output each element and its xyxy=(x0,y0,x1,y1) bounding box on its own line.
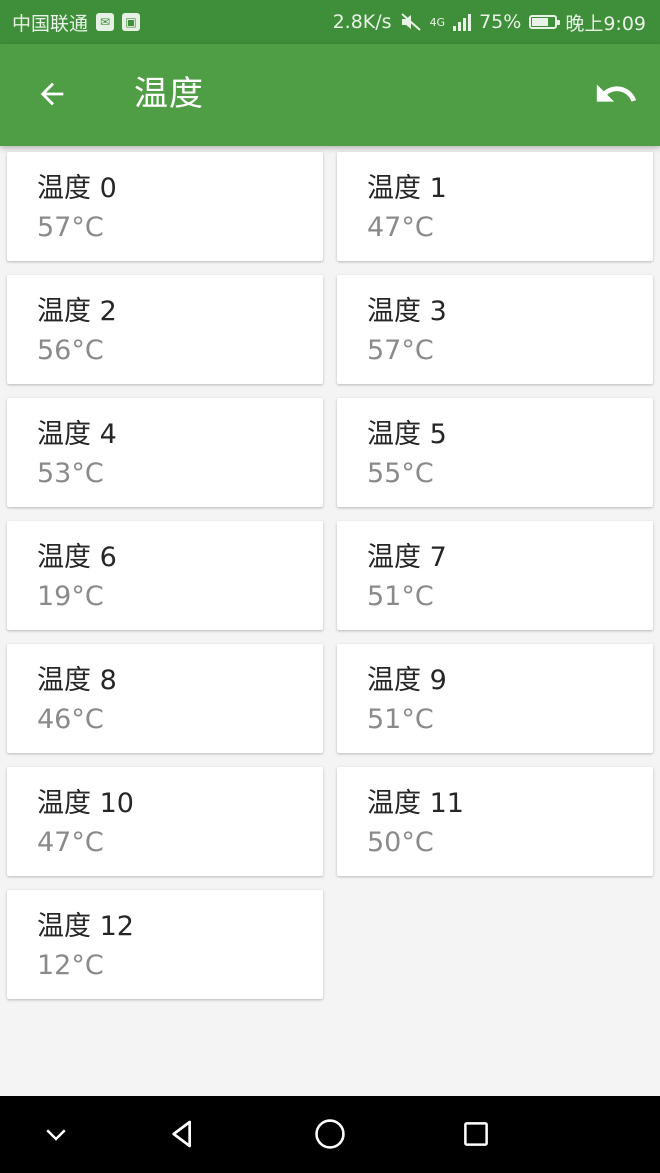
network-type: 4G xyxy=(429,15,446,29)
chevron-down-icon xyxy=(46,1129,66,1141)
status-left: 中国联通 ✉ ▣ xyxy=(12,9,141,36)
sensor-label: 温度 1 xyxy=(367,173,447,204)
nav-hide-button[interactable] xyxy=(32,1110,80,1158)
signal-icon xyxy=(453,13,472,31)
sensor-label: 温度 3 xyxy=(367,296,447,327)
sensor-label: 温度 5 xyxy=(367,419,447,450)
app-notification-icon: ✉ xyxy=(96,13,115,31)
status-right: 2.8K/s 4G 75% 晚上9:09 xyxy=(333,9,646,36)
page-title: 温度 xyxy=(134,74,204,114)
sensor-label: 温度 10 xyxy=(37,788,134,819)
sensor-value: 53°C xyxy=(37,458,104,489)
image-notification-icon: ▣ xyxy=(122,13,141,31)
sensor-card-3[interactable]: 温度 3 57°C xyxy=(337,275,653,384)
back-button[interactable] xyxy=(28,70,76,118)
battery-icon xyxy=(529,15,561,29)
sensor-value: 57°C xyxy=(37,212,104,243)
sensor-value: 51°C xyxy=(367,704,434,735)
sensor-label: 温度 9 xyxy=(367,665,447,696)
sensor-value: 51°C xyxy=(367,581,434,612)
square-recents-icon xyxy=(464,1122,488,1146)
mute-icon xyxy=(400,13,421,31)
sensor-card-7[interactable]: 温度 7 51°C xyxy=(337,521,653,630)
battery-percent: 75% xyxy=(479,11,522,33)
system-nav-bar xyxy=(0,1096,660,1173)
sensor-label: 温度 6 xyxy=(37,542,117,573)
sensor-value: 19°C xyxy=(37,581,104,612)
network-speed: 2.8K/s xyxy=(332,11,392,33)
sensor-value: 47°C xyxy=(367,212,434,243)
sensor-value: 46°C xyxy=(37,704,104,735)
sensor-card-2[interactable]: 温度 2 56°C xyxy=(7,275,323,384)
app-bar: 温度 xyxy=(0,44,660,146)
nav-back-button[interactable] xyxy=(159,1110,207,1158)
sensor-card-11[interactable]: 温度 11 50°C xyxy=(337,767,653,876)
sensor-value: 47°C xyxy=(37,827,104,858)
arrow-left-icon xyxy=(40,82,64,106)
sensor-value: 57°C xyxy=(367,335,434,366)
sensor-label: 温度 7 xyxy=(367,542,447,573)
battery-fill xyxy=(532,18,549,26)
status-bar: 中国联通 ✉ ▣ 2.8K/s 4G 75% 晚上9:09 xyxy=(0,0,660,44)
sensor-card-0[interactable]: 温度 0 57°C xyxy=(7,152,323,261)
sensor-value: 56°C xyxy=(37,335,104,366)
triangle-back-icon xyxy=(172,1120,191,1148)
undo-icon xyxy=(596,84,637,102)
sensor-card-6[interactable]: 温度 6 19°C xyxy=(7,521,323,630)
sensor-card-5[interactable]: 温度 5 55°C xyxy=(337,398,653,507)
sensor-card-4[interactable]: 温度 4 53°C xyxy=(7,398,323,507)
clock: 晚上9:09 xyxy=(565,12,646,35)
sensor-card-8[interactable]: 温度 8 46°C xyxy=(7,644,323,753)
sensor-card-1[interactable]: 温度 1 47°C xyxy=(337,152,653,261)
sensor-label: 温度 0 xyxy=(37,173,117,204)
sensor-value: 12°C xyxy=(37,950,104,981)
sensor-grid: 温度 0 57°C 温度 1 47°C 温度 2 56°C 温度 3 57°C … xyxy=(7,152,653,999)
sensor-label: 温度 4 xyxy=(37,419,117,450)
nav-recents-button[interactable] xyxy=(452,1110,500,1158)
sensor-label: 温度 11 xyxy=(367,788,464,819)
sensor-value: 50°C xyxy=(367,827,434,858)
undo-button[interactable] xyxy=(590,68,642,120)
nav-home-button[interactable] xyxy=(306,1110,354,1158)
sensor-value: 55°C xyxy=(367,458,434,489)
sensor-label: 温度 8 xyxy=(37,665,117,696)
sensor-label: 温度 12 xyxy=(37,911,134,942)
sensor-card-12[interactable]: 温度 12 12°C xyxy=(7,890,323,999)
sensor-card-10[interactable]: 温度 10 47°C xyxy=(7,767,323,876)
carrier-name: 中国联通 xyxy=(12,12,89,35)
sensor-card-9[interactable]: 温度 9 51°C xyxy=(337,644,653,753)
circle-home-icon xyxy=(315,1119,345,1149)
sensor-label: 温度 2 xyxy=(37,296,117,327)
